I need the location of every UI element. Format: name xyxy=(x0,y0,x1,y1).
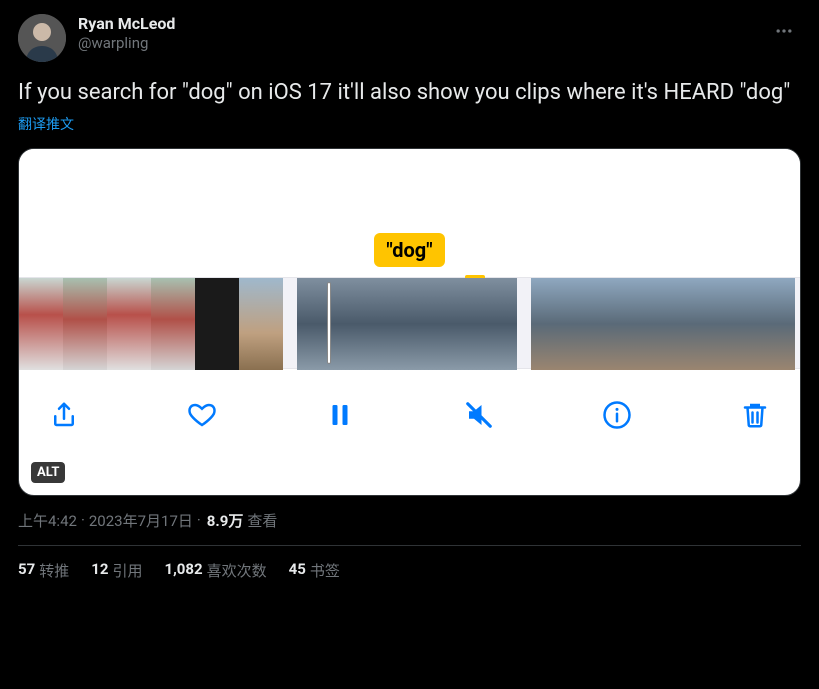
playhead-icon[interactable] xyxy=(327,282,331,364)
retweets-stat[interactable]: 57 转推 xyxy=(18,560,69,581)
trash-button[interactable] xyxy=(738,398,772,432)
clip-thumbnail xyxy=(297,278,341,370)
clip-thumbnail xyxy=(751,278,795,370)
bookmarks-count: 45 xyxy=(289,560,306,581)
quotes-count: 12 xyxy=(91,560,108,581)
pause-button[interactable] xyxy=(323,398,357,432)
tweet-header: Ryan McLeod @warpling xyxy=(18,14,801,62)
display-name[interactable]: Ryan McLeod xyxy=(78,14,175,34)
clip-group[interactable] xyxy=(531,278,795,368)
clip-thumbnail xyxy=(385,278,429,370)
author-block: Ryan McLeod @warpling xyxy=(78,14,175,53)
likes-count: 1,082 xyxy=(164,560,202,581)
clip-thumbnail xyxy=(473,278,517,370)
views-label: 查看 xyxy=(247,510,277,531)
likes-label: 喜欢次数 xyxy=(207,560,267,581)
like-button[interactable] xyxy=(185,398,219,432)
media-top-area: "dog" xyxy=(19,149,800,277)
clip-thumbnail xyxy=(531,278,575,370)
tweet-container: Ryan McLeod @warpling If you search for … xyxy=(0,0,819,595)
stats-row: 57 转推 12 引用 1,082 喜欢次数 45 书签 xyxy=(18,546,801,581)
translate-link[interactable]: 翻译推文 xyxy=(18,114,74,134)
clip-thumbnail xyxy=(663,278,707,370)
media-card[interactable]: "dog" xyxy=(18,148,801,496)
retweets-label: 转推 xyxy=(39,560,69,581)
clip-thumbnail xyxy=(195,278,239,370)
clip-thumbnail xyxy=(63,278,107,370)
meta-row: 上午4:42 · 2023年7月17日 · 8.9万 查看 xyxy=(18,510,801,531)
quotes-label: 引用 xyxy=(112,560,142,581)
more-button[interactable] xyxy=(767,14,801,48)
search-term-pill: "dog" xyxy=(374,233,444,267)
clip-group[interactable] xyxy=(297,278,517,368)
clip-thumbnail xyxy=(151,278,195,370)
avatar[interactable] xyxy=(18,14,66,62)
clip-thumbnail xyxy=(341,278,385,370)
likes-stat[interactable]: 1,082 喜欢次数 xyxy=(164,560,266,581)
tweet-time[interactable]: 上午4:42 xyxy=(18,510,77,531)
quotes-stat[interactable]: 12 引用 xyxy=(91,560,142,581)
handle[interactable]: @warpling xyxy=(78,34,175,53)
bookmarks-label: 书签 xyxy=(310,560,340,581)
views-count: 8.9万 xyxy=(207,510,244,531)
clip-thumbnail xyxy=(429,278,473,370)
retweets-count: 57 xyxy=(18,560,35,581)
separator: · xyxy=(81,511,85,529)
share-button[interactable] xyxy=(47,398,81,432)
clip-thumbnail xyxy=(239,278,283,370)
media-toolbar xyxy=(19,369,800,459)
tweet-date[interactable]: 2023年7月17日 xyxy=(89,510,193,531)
clip-thumbnail xyxy=(707,278,751,370)
clip-thumbnail xyxy=(19,278,63,370)
mute-button[interactable] xyxy=(462,398,496,432)
clip-group[interactable] xyxy=(19,278,283,368)
bookmarks-stat[interactable]: 45 书签 xyxy=(289,560,340,581)
clip-thumbnail xyxy=(619,278,663,370)
video-timeline[interactable] xyxy=(19,277,800,369)
clip-thumbnail xyxy=(575,278,619,370)
tweet-text: If you search for "dog" on iOS 17 it'll … xyxy=(18,78,801,108)
alt-badge[interactable]: ALT xyxy=(31,462,65,483)
info-button[interactable] xyxy=(600,398,634,432)
clip-thumbnail xyxy=(107,278,151,370)
separator: · xyxy=(197,511,201,529)
